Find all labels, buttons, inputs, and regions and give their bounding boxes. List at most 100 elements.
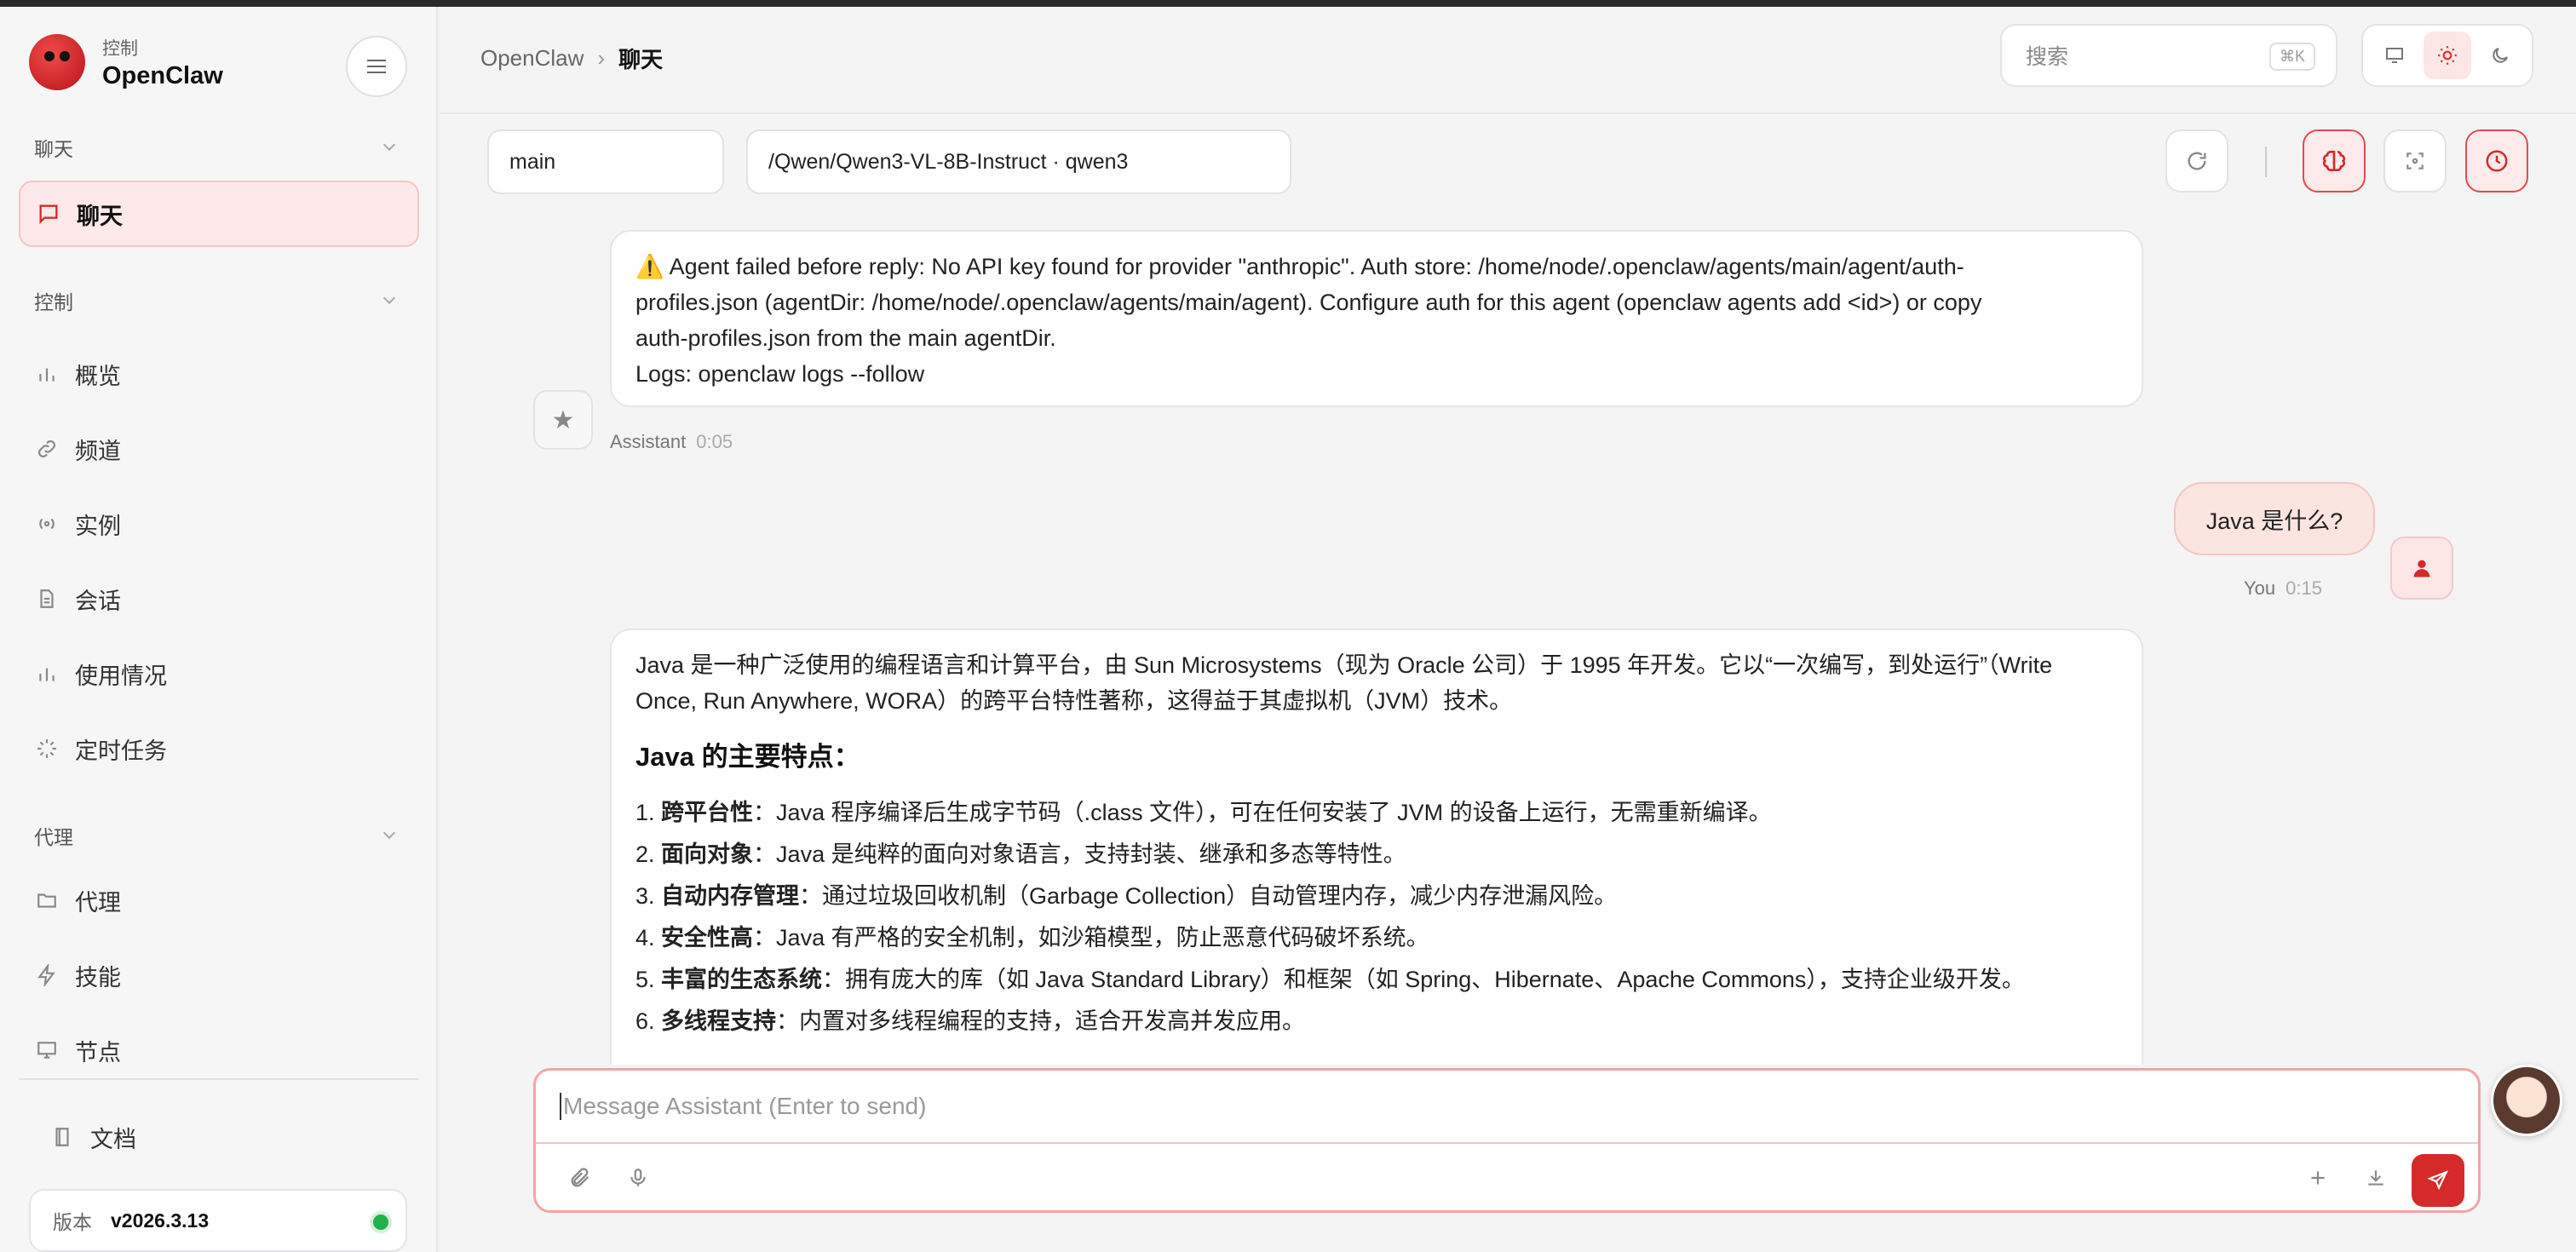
- section-control[interactable]: 控制: [34, 286, 400, 315]
- sidebar-item-scheduled-tasks[interactable]: 定时任务: [19, 715, 419, 782]
- chevron-down-icon: [382, 138, 396, 152]
- answer-intro-line: Once, Run Anywhere, WORA）的跨平台特性著称，这得益于其虚…: [635, 688, 1513, 714]
- breadcrumb-root[interactable]: OpenClaw: [480, 45, 584, 72]
- sidebar-item-label: 代理: [75, 889, 121, 916]
- message-input[interactable]: Message Assistant (Enter to send): [560, 1093, 926, 1120]
- list-item: 4. 安全性高：Java 有严格的安全机制，如沙箱模型，防止恶意代码破坏系统。: [635, 925, 1429, 950]
- sidebar-item-agents[interactable]: 代理: [19, 867, 419, 933]
- user-avatar: [2390, 537, 2453, 600]
- session-select[interactable]: main: [487, 129, 724, 194]
- error-line: Logs: openclaw logs --follow: [635, 361, 925, 387]
- section-chat[interactable]: 聊天: [34, 133, 400, 162]
- sidebar-item-label: 定时任务: [75, 738, 167, 764]
- loader-icon: [34, 736, 60, 761]
- sun-icon: [2438, 46, 2457, 65]
- version-label: 版本: [53, 1211, 92, 1233]
- paperclip-icon: [571, 1168, 589, 1187]
- sidebar-item-chat[interactable]: 聊天: [19, 181, 419, 247]
- sidebar-item-skills[interactable]: 技能: [19, 942, 419, 1008]
- brand[interactable]: 控制 OpenClaw: [29, 34, 223, 90]
- voice-button[interactable]: [619, 1159, 657, 1197]
- refresh-button[interactable]: [2165, 129, 2228, 192]
- list-item: 3. 自动内存管理：通过垃圾回收机制（Garbage Collection）自动…: [635, 883, 1618, 909]
- version-value: v2026.3.13: [111, 1209, 210, 1232]
- composer-divider: [536, 1142, 2478, 1144]
- lightning-icon: [34, 962, 60, 988]
- sidebar-item-label: 实例: [75, 513, 121, 539]
- error-line: profiles.json (agentDir: /home/node/.ope…: [635, 290, 1982, 315]
- error-line: auth-profiles.json from the main agentDi…: [635, 325, 1056, 351]
- window-top-bar: [0, 0, 2576, 7]
- sidebar-item-label: 技能: [75, 964, 121, 991]
- model-select[interactable]: /Qwen/Qwen3-VL-8B-Instruct · qwen3: [746, 129, 1291, 194]
- breadcrumb: OpenClaw › 聊天: [480, 43, 663, 74]
- sidebar-item-instances[interactable]: 实例: [19, 491, 419, 557]
- chevron-down-icon: [382, 291, 396, 305]
- menu-toggle-button[interactable]: [346, 36, 407, 97]
- section-agent[interactable]: 代理: [34, 821, 400, 850]
- brain-icon: [2322, 151, 2346, 171]
- new-session-button[interactable]: [2299, 1159, 2337, 1197]
- folder-icon: [34, 887, 60, 913]
- theme-switcher: [2361, 24, 2533, 87]
- search-placeholder: 搜索: [2026, 45, 2069, 69]
- sidebar-item-label: 聊天: [77, 203, 123, 229]
- section-agent-label: 代理: [34, 826, 73, 848]
- answer-heading: Java 的主要特点：: [635, 742, 860, 772]
- bar-chart-icon: [34, 661, 60, 686]
- user-icon: [2413, 560, 2430, 577]
- plus-icon: [2311, 1171, 2325, 1185]
- search-shortcut: ⌘K: [2268, 43, 2315, 71]
- user-message-meta: You 0:15: [2244, 577, 2322, 600]
- sidebar-item-label: 节点: [75, 1039, 121, 1065]
- assistant-avatar: ★: [533, 390, 593, 450]
- sender-name: You: [2244, 577, 2276, 599]
- sidebar-item-overview[interactable]: 概览: [19, 341, 419, 407]
- brand-name: OpenClaw: [102, 61, 223, 89]
- attach-button[interactable]: [561, 1159, 599, 1197]
- monitor-icon: [2386, 48, 2403, 63]
- book-icon: [49, 1124, 75, 1150]
- chevron-down-icon: [382, 826, 396, 840]
- sidebar-item-sessions[interactable]: 会话: [19, 566, 419, 632]
- theme-dark-button[interactable]: [2476, 32, 2524, 79]
- user-message: Java 是什么?: [2174, 482, 2375, 555]
- section-chat-label: 聊天: [34, 138, 73, 160]
- error-line: ⚠️ Agent failed before reply: No API key…: [635, 254, 1964, 279]
- list-item: 5. 丰富的生态系统：拥有庞大的库（如 Java Standard Librar…: [635, 967, 2025, 992]
- assistant-character-avatar[interactable]: [2491, 1065, 2562, 1136]
- document-icon: [34, 586, 60, 612]
- assistant-error-message: ⚠️ Agent failed before reply: No API key…: [610, 230, 2143, 407]
- thinking-toggle-button[interactable]: [2303, 129, 2366, 192]
- assistant-answer-message: Java 是一种广泛使用的编程语言和计算平台，由 Sun Microsystem…: [610, 629, 2143, 1065]
- sidebar: 控制 OpenClaw 聊天 聊天 控制 概览 频道 实例 会话 使用情况 定时…: [0, 7, 438, 1252]
- sidebar-item-label: 使用情况: [75, 663, 167, 689]
- sidebar-item-nodes[interactable]: 节点: [19, 1017, 419, 1083]
- send-button[interactable]: [2412, 1154, 2464, 1207]
- theme-light-button[interactable]: [2424, 32, 2471, 79]
- sender-name: Assistant: [610, 431, 687, 452]
- version-card: 版本 v2026.3.13: [29, 1189, 407, 1252]
- list-item: 1. 跨平台性：Java 程序编译后生成字节码（.class 文件），可在任何安…: [635, 800, 1772, 825]
- openclaw-logo-icon: [29, 34, 85, 90]
- export-button[interactable]: [2357, 1159, 2395, 1197]
- sidebar-item-usage[interactable]: 使用情况: [19, 640, 419, 707]
- history-button[interactable]: [2465, 129, 2528, 192]
- send-icon: [2427, 1170, 2448, 1191]
- toolbar-separator: [2265, 146, 2267, 177]
- search-input[interactable]: 搜索 ⌘K: [2000, 24, 2337, 87]
- hamburger-icon: [367, 66, 386, 67]
- feature-list: 1. 跨平台性：Java 程序编译后生成字节码（.class 文件），可在任何安…: [635, 792, 2118, 1042]
- star-icon: ★: [551, 405, 575, 434]
- moon-icon: [2493, 48, 2508, 63]
- section-control-label: 控制: [34, 291, 73, 313]
- breadcrumb-separator: ›: [597, 45, 606, 71]
- theme-system-button[interactable]: [2371, 32, 2418, 79]
- assistant-message-meta: Assistant 0:05: [610, 431, 733, 453]
- focus-icon: [2406, 152, 2424, 169]
- bar-chart-icon: [34, 361, 60, 387]
- focus-button[interactable]: [2383, 129, 2447, 192]
- sidebar-item-docs[interactable]: 文档: [34, 1104, 434, 1170]
- list-item: 2. 面向对象：Java 是纯粹的面向对象语言，支持封装、继承和多态等特性。: [635, 841, 1406, 867]
- sidebar-item-channels[interactable]: 频道: [19, 416, 419, 482]
